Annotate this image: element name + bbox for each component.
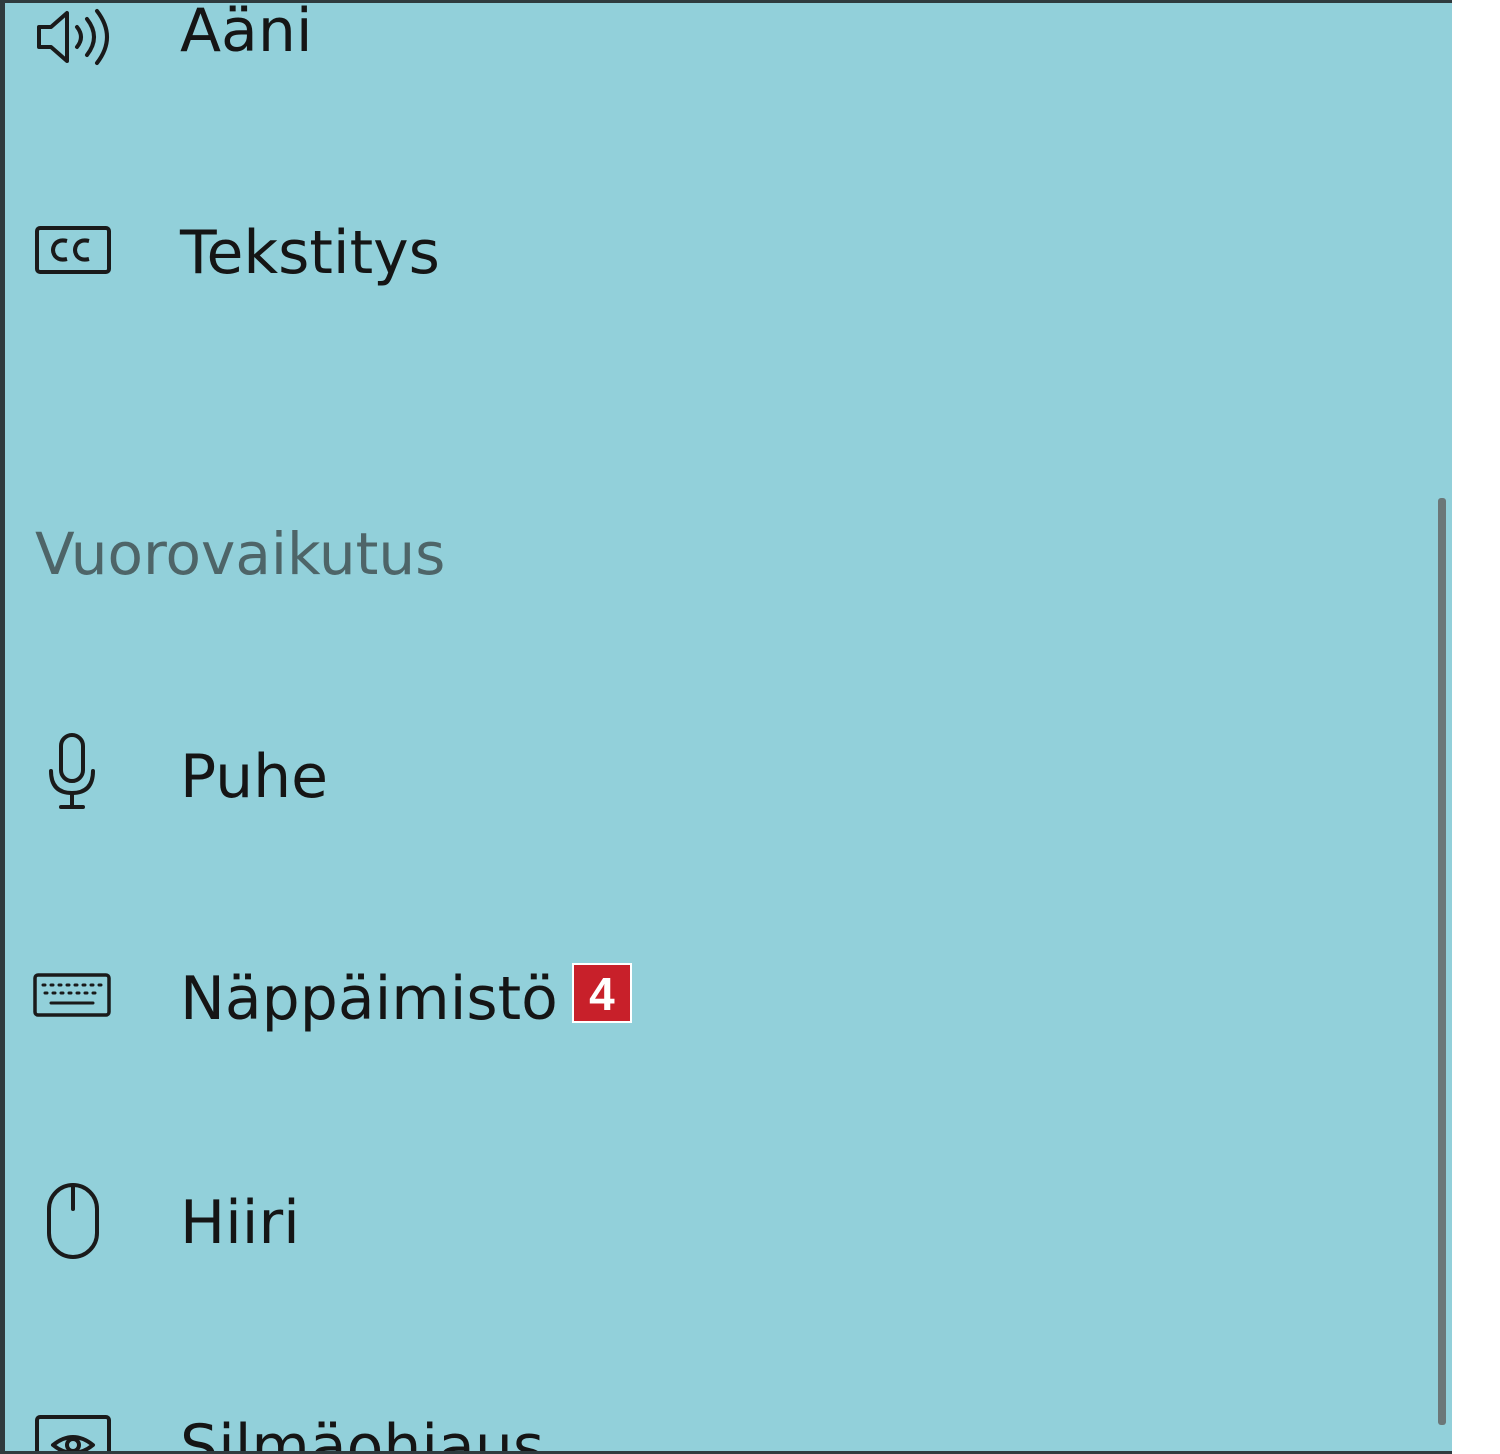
nav-item-eye-control[interactable]: Silmäohjaus	[5, 1373, 1425, 1454]
nav-item-label-row: Näppäimistö 4	[180, 963, 632, 1029]
vertical-scrollbar[interactable]	[1438, 498, 1446, 1425]
microphone-icon	[31, 731, 115, 815]
nav-item-label: Hiiri	[180, 1188, 300, 1258]
eye-control-icon	[31, 1403, 115, 1451]
nav-item-mouse[interactable]: Hiiri	[5, 1149, 1425, 1289]
nav-item-keyboard[interactable]: Näppäimistö 4	[5, 925, 1425, 1065]
nav-item-speech[interactable]: Puhe	[5, 703, 1425, 843]
nav-item-label: Silmäohjaus	[180, 1412, 545, 1454]
accessibility-nav-panel: Ääni Tekstitys Vuorovaikutus Puhe Näppäi…	[0, 0, 1452, 1454]
nav-item-label: Näppäimistö	[180, 964, 558, 1034]
speaker-icon	[31, 3, 115, 79]
nav-item-label: Tekstitys	[180, 218, 440, 288]
nav-item-audio[interactable]: Ääni	[5, 0, 1425, 103]
section-heading-interaction: Vuorovaikutus	[35, 520, 446, 588]
keyboard-icon	[31, 953, 115, 1037]
settings-window: Ääni Tekstitys Vuorovaikutus Puhe Näppäi…	[0, 0, 1500, 1454]
closed-captions-icon	[31, 208, 115, 292]
nav-item-captions[interactable]: Tekstitys	[5, 183, 1425, 323]
nav-item-label: Ääni	[180, 0, 313, 66]
mouse-icon	[31, 1179, 115, 1263]
step-number-badge: 4	[571, 963, 632, 1023]
nav-item-label: Puhe	[180, 742, 329, 812]
